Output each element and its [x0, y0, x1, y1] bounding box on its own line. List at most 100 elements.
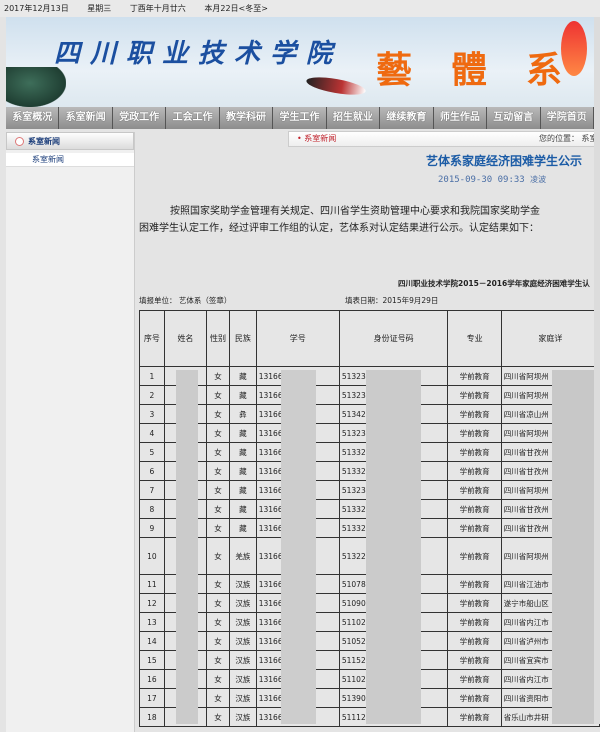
cell-seq: 10 — [139, 537, 165, 575]
article-title: 艺体系家庭经济困难学生公示 — [426, 154, 583, 168]
cell-major: 学前教育 — [447, 404, 502, 424]
cell-major: 学前教育 — [447, 518, 502, 538]
cell-major: 学前教育 — [447, 593, 502, 613]
nav-party[interactable]: 党政工作 — [112, 107, 167, 129]
sidebar-header-label: 系室新闻 — [28, 137, 60, 146]
weekday: 星期三 — [87, 4, 112, 13]
sidebar-item-news[interactable]: 系室新闻 — [6, 153, 134, 167]
table-header-row: 序号 姓名 性别 民族 学号 身份证号码 专业 家庭详 — [139, 310, 600, 367]
cell-ethnicity: 汉族 — [228, 612, 257, 632]
cell-seq: 8 — [139, 499, 165, 519]
cell-major: 学前教育 — [447, 461, 502, 481]
cell-major: 学前教育 — [447, 480, 502, 500]
breadcrumb: • 系室新闻 您的位置： 系室新 — [288, 131, 600, 147]
cell-gender: 女 — [206, 423, 230, 443]
cell-major: 学前教育 — [447, 688, 502, 708]
header-seq: 序号 — [139, 310, 165, 367]
page-scrollbar[interactable] — [594, 17, 600, 724]
cell-gender: 女 — [206, 480, 230, 500]
cell-seq: 1 — [139, 366, 165, 386]
cell-ethnicity: 藏 — [228, 442, 257, 462]
cell-ethnicity: 藏 — [228, 499, 257, 519]
cell-ethnicity: 彝 — [228, 404, 257, 424]
cell-ethnicity: 汉族 — [228, 650, 257, 670]
cell-gender: 女 — [206, 518, 230, 538]
breadcrumb-section-label: 系室新闻 — [304, 134, 337, 143]
cell-ethnicity: 藏 — [228, 518, 257, 538]
cell-ethnicity: 藏 — [228, 366, 257, 386]
cell-major: 学前教育 — [447, 423, 502, 443]
cell-seq: 3 — [139, 404, 165, 424]
cell-seq: 4 — [139, 423, 165, 443]
nav-works[interactable]: 师生作品 — [433, 107, 488, 129]
cell-ethnicity: 藏 — [228, 423, 257, 443]
redacted-id-numbers — [366, 370, 421, 724]
cell-gender: 女 — [206, 669, 230, 689]
header-id-number: 身份证号码 — [338, 310, 449, 367]
cell-major: 学前教育 — [447, 366, 502, 386]
main-nav: 系室概况 系室新闻 党政工作 工会工作 教学科研 学生工作 招生就业 继续教育 … — [6, 107, 594, 129]
cell-seq: 9 — [139, 518, 165, 538]
header-name: 姓名 — [163, 310, 208, 367]
nav-news[interactable]: 系室新闻 — [59, 107, 113, 129]
cell-seq: 2 — [139, 385, 165, 405]
koi-image — [561, 21, 587, 76]
nav-union[interactable]: 工会工作 — [166, 107, 220, 129]
cell-ethnicity: 藏 — [228, 385, 257, 405]
cell-major: 学前教育 — [447, 631, 502, 651]
cell-ethnicity: 藏 — [228, 461, 257, 481]
arrow-circle-icon — [15, 137, 24, 146]
cell-seq: 6 — [139, 461, 165, 481]
cell-major: 学前教育 — [447, 612, 502, 632]
breadcrumb-location: 您的位置： 系室新 — [539, 134, 600, 143]
cell-gender: 女 — [206, 404, 230, 424]
cell-seq: 17 — [139, 688, 165, 708]
current-date: 2017年12月13日 — [4, 4, 69, 13]
cell-seq: 5 — [139, 442, 165, 462]
cell-seq: 14 — [139, 631, 165, 651]
header-address: 家庭详 — [500, 310, 600, 367]
nav-messages[interactable]: 互动留言 — [487, 107, 541, 129]
dept-char-1: 藝 — [376, 49, 413, 91]
nav-students[interactable]: 学生工作 — [273, 107, 327, 129]
nav-home[interactable]: 学院首页 — [540, 107, 594, 129]
redacted-names — [176, 370, 198, 724]
nav-admission[interactable]: 招生就业 — [326, 107, 381, 129]
cell-major: 学前教育 — [447, 669, 502, 689]
date-bar: 2017年12月13日 星期三 丁酉年十月廿六 本月22日<冬至> — [0, 0, 600, 17]
header-major: 专业 — [447, 310, 502, 367]
cell-seq: 11 — [139, 574, 165, 594]
cell-seq: 15 — [139, 650, 165, 670]
lunar-date: 丁酉年十月廿六 — [129, 4, 186, 13]
nav-continuing[interactable]: 继续教育 — [380, 107, 434, 129]
cell-gender: 女 — [206, 650, 230, 670]
cell-gender: 女 — [206, 612, 230, 632]
redacted-addresses — [552, 370, 600, 724]
cell-major: 学前教育 — [447, 574, 502, 594]
cell-gender: 女 — [206, 574, 230, 594]
cell-gender: 女 — [206, 688, 230, 708]
nav-teaching[interactable]: 教学科研 — [219, 107, 274, 129]
cell-seq: 7 — [139, 480, 165, 500]
lotus-image — [6, 67, 66, 107]
dept-char-3: 系 — [526, 49, 563, 91]
solar-term: 本月22日<冬至> — [204, 4, 268, 13]
dept-char-2: 體 — [451, 49, 488, 91]
cell-gender: 女 — [206, 461, 230, 481]
nav-overview[interactable]: 系室概况 — [6, 107, 60, 129]
article-paragraph-2: 困难学生认定工作，经过评审工作组的认定，艺体系对认定结果进行公示。认定结果如下： — [139, 223, 539, 234]
cell-gender: 女 — [206, 366, 230, 386]
cell-major: 学前教育 — [447, 442, 502, 462]
redacted-student-ids — [281, 370, 316, 724]
cell-ethnicity: 藏 — [228, 480, 257, 500]
cell-ethnicity: 汉族 — [228, 593, 257, 613]
sidebar-header[interactable]: 系室新闻 — [6, 132, 134, 150]
cell-major: 学前教育 — [447, 650, 502, 670]
cell-gender: 女 — [206, 442, 230, 462]
cell-seq: 13 — [139, 612, 165, 632]
cell-ethnicity: 汉族 — [228, 631, 257, 651]
breadcrumb-section[interactable]: • 系室新闻 — [297, 134, 336, 143]
cell-gender: 女 — [206, 385, 230, 405]
cell-gender: 女 — [206, 537, 230, 575]
fill-date: 填表日期：2015年9月29日 — [345, 296, 439, 305]
